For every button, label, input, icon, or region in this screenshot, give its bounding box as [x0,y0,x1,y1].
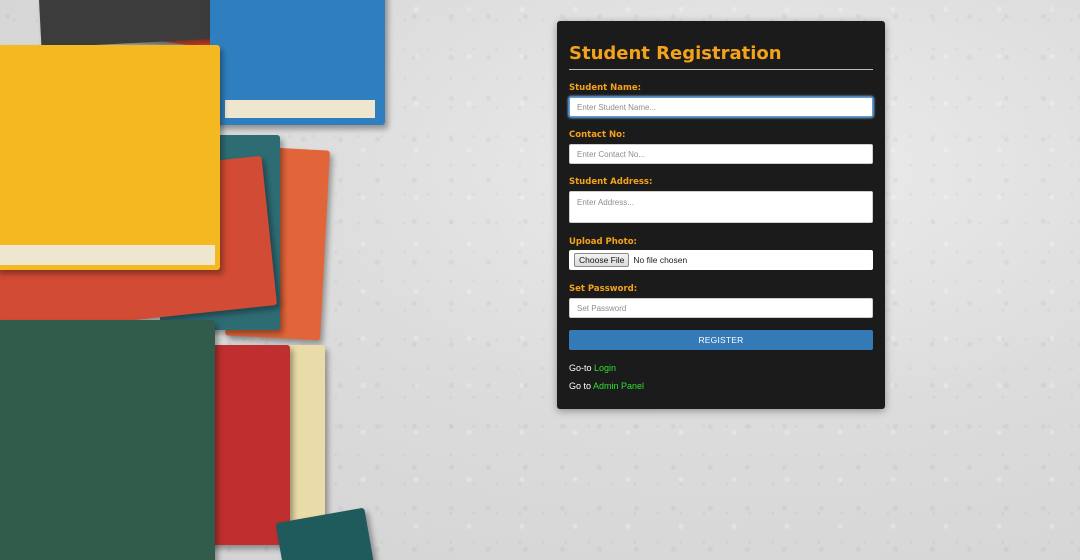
student-name-input[interactable] [569,97,873,117]
admin-prefix: Go to [569,381,592,391]
photo-file-input[interactable]: Choose File No file chosen [569,250,873,270]
login-prefix: Go-to [569,363,592,373]
password-label: Set Password: [569,284,638,294]
form-title: Student Registration [569,43,782,64]
book-green [0,320,215,560]
book-yellow [0,45,220,270]
contact-input[interactable] [569,144,873,164]
book-red-bottom [205,345,290,545]
contact-label: Contact No: [569,130,626,140]
title-divider [569,69,873,70]
register-button[interactable]: REGISTER [569,330,873,350]
file-status-text: No file chosen [633,255,688,265]
book-yellow-pages [0,245,215,265]
book-blue-pages [225,100,375,118]
login-link[interactable]: Login [594,363,616,373]
choose-file-button[interactable]: Choose File [574,253,630,267]
password-input[interactable] [569,298,873,318]
address-label: Student Address: [569,177,653,187]
photo-label: Upload Photo: [569,237,637,247]
books-illustration [0,0,400,560]
admin-link-line: Go to Admin Panel [569,381,644,391]
admin-panel-link[interactable]: Admin Panel [593,381,644,391]
registration-card: Student Registration Student Name: Conta… [557,21,885,409]
student-name-label: Student Name: [569,83,642,93]
address-textarea[interactable] [569,191,873,223]
login-link-line: Go-to Login [569,363,616,373]
